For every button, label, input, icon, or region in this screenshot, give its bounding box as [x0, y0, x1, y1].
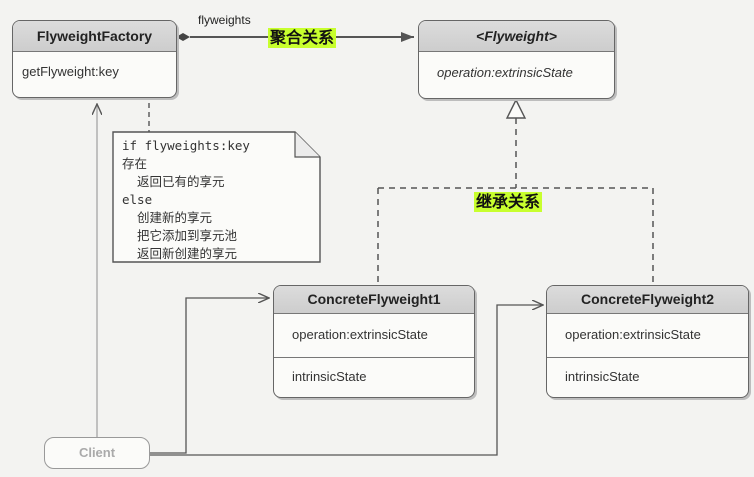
note-line: 返回已有的享元 — [122, 174, 225, 189]
class-name: ConcreteFlyweight1 — [274, 286, 474, 314]
class-name: <Flyweight> — [419, 21, 614, 52]
class-name: FlyweightFactory — [13, 21, 176, 52]
note-line: if flyweights:key — [122, 138, 250, 153]
flyweight-class[interactable]: <Flyweight> operation:extrinsicState — [418, 20, 615, 99]
pseudocode-note: if flyweights:key 存在 返回已有的享元 else 创建新的享元… — [113, 132, 320, 262]
aggregation-label: 聚合关系 — [268, 28, 337, 48]
client-to-concrete1-line — [150, 298, 269, 454]
note-line: 存在 — [122, 156, 148, 171]
class-operation: getFlyweight:key — [22, 64, 119, 79]
class-attribute: intrinsicState — [565, 369, 640, 384]
association-role-label: flyweights — [198, 13, 251, 27]
note-text: if flyweights:key 存在 返回已有的享元 else 创建新的享元… — [122, 137, 250, 263]
note-line: 把它添加到享元池 — [122, 228, 238, 243]
class-operation: operation:extrinsicState — [547, 314, 748, 358]
inheritance-label: 继承关系 — [474, 192, 543, 212]
concrete-flyweight2-class[interactable]: ConcreteFlyweight2 operation:extrinsicSt… — [546, 285, 749, 398]
note-line: 返回新创建的享元 — [122, 246, 238, 261]
class-attribute: intrinsicState — [292, 369, 367, 384]
note-line: else — [122, 192, 153, 207]
inheritance-triangle — [505, 98, 527, 119]
class-operation: operation:extrinsicState — [274, 314, 474, 358]
client-class[interactable]: Client — [44, 437, 150, 469]
class-operation: operation:extrinsicState — [437, 65, 573, 80]
flyweight-factory-class[interactable]: FlyweightFactory getFlyweight:key — [12, 20, 177, 98]
note-line: 创建新的享元 — [122, 210, 213, 225]
class-name: ConcreteFlyweight2 — [547, 286, 748, 314]
concrete-flyweight1-class[interactable]: ConcreteFlyweight1 operation:extrinsicSt… — [273, 285, 475, 398]
aggregation-diamond — [176, 33, 190, 41]
class-diagram: FlyweightFactory getFlyweight:key <Flywe… — [0, 0, 754, 477]
